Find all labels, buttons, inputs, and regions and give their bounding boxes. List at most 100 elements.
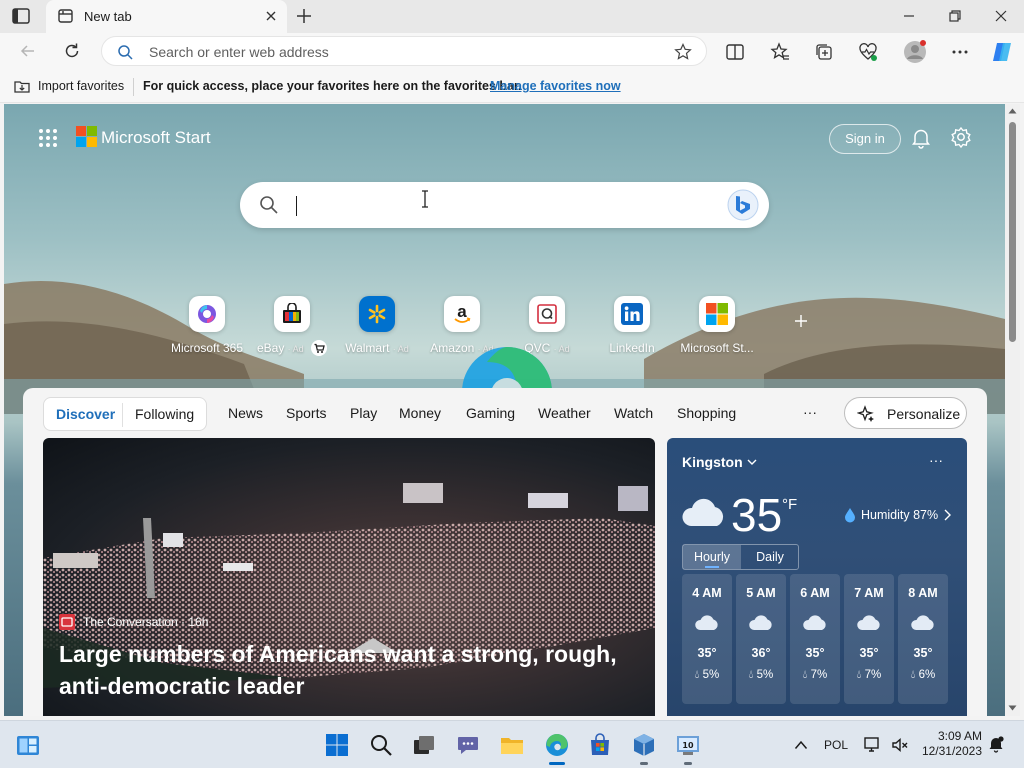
quick-link-ebay[interactable]: eBay · Ad xyxy=(244,296,340,357)
virtualbox-icon[interactable] xyxy=(632,733,656,757)
taskbar-search-icon[interactable] xyxy=(369,733,393,757)
new-tab-button[interactable] xyxy=(296,8,312,24)
address-bar[interactable]: Search or enter web address xyxy=(101,36,707,66)
notifications-bell-icon[interactable] xyxy=(910,127,932,149)
profile-avatar-icon[interactable] xyxy=(903,40,927,64)
hour-precip: 7% xyxy=(810,669,828,681)
walmart-icon xyxy=(359,296,395,332)
web-search-box[interactable] xyxy=(240,182,769,228)
hourly-forecast-item[interactable]: 4 AM 35° 💧︎ 5% xyxy=(682,574,732,704)
sign-in-button[interactable]: Sign in xyxy=(829,124,901,154)
hour-time: 6 AM xyxy=(800,586,830,600)
close-icon[interactable] xyxy=(265,10,277,22)
tab-gaming[interactable]: Gaming xyxy=(466,405,515,421)
address-placeholder: Search or enter web address xyxy=(149,44,329,60)
file-explorer-icon[interactable] xyxy=(500,733,524,757)
close-window-icon[interactable] xyxy=(994,9,1008,23)
precip-drop-icon: 💧︎ xyxy=(748,669,754,681)
svg-text:a: a xyxy=(457,303,467,321)
running-app-indicator xyxy=(684,762,692,765)
notification-center-icon[interactable] xyxy=(987,735,1005,753)
microsoft-store-icon xyxy=(699,296,735,332)
tab-weather[interactable]: Weather xyxy=(538,405,591,421)
browser-essentials-icon[interactable] xyxy=(858,42,878,62)
edge-browser-icon[interactable] xyxy=(545,733,569,757)
tab-news[interactable]: News xyxy=(228,405,263,421)
apps-grid-icon[interactable] xyxy=(38,128,58,148)
system-clock[interactable]: 3:09 AM 12/31/2023 xyxy=(920,729,982,759)
widgets-icon[interactable] xyxy=(16,733,40,757)
hour-precip: 5% xyxy=(756,669,774,681)
settings-more-icon[interactable] xyxy=(950,42,970,62)
hourly-forecast-item[interactable]: 8 AM 35° 💧︎ 6% xyxy=(898,574,948,704)
scroll-down-arrow-icon[interactable] xyxy=(1008,705,1017,711)
quick-link-microsoft-365[interactable]: Microsoft 365 xyxy=(159,296,255,355)
weather-city[interactable]: Kingston xyxy=(682,454,743,470)
sparkle-icon xyxy=(857,405,875,423)
precip-drop-icon: 💧︎ xyxy=(694,669,700,681)
page-scrollbar[interactable] xyxy=(1005,104,1020,716)
hourly-forecast-item[interactable]: 6 AM 35° 💧︎ 7% xyxy=(790,574,840,704)
hour-time: 4 AM xyxy=(692,586,722,600)
chevron-down-icon[interactable] xyxy=(747,458,757,466)
personalize-button[interactable]: Personalize xyxy=(844,397,967,429)
network-icon[interactable] xyxy=(864,736,882,754)
refresh-icon[interactable] xyxy=(62,41,82,61)
tab-hourly[interactable]: Hourly xyxy=(683,545,741,569)
volume-muted-icon[interactable] xyxy=(891,736,909,754)
copilot-icon[interactable] xyxy=(990,40,1014,64)
bing-chat-icon[interactable] xyxy=(727,189,759,221)
input-language[interactable]: POL xyxy=(824,738,848,752)
add-favorite-star-icon[interactable] xyxy=(674,43,692,61)
quick-link-label: Microsoft 365 xyxy=(170,341,244,355)
hour-temp: 35° xyxy=(805,646,825,660)
windows-start-icon[interactable] xyxy=(325,733,349,757)
system-info-app-icon[interactable]: 10 xyxy=(676,733,700,757)
hour-temp: 35° xyxy=(913,646,933,660)
more-categories-button[interactable]: ··· xyxy=(803,404,817,420)
hourly-forecast-item[interactable]: 5 AM 36° 💧︎ 5% xyxy=(736,574,786,704)
temperature-unit[interactable]: °F xyxy=(782,496,797,513)
task-view-icon[interactable] xyxy=(412,733,436,757)
microsoft-start-title[interactable]: Microsoft Start xyxy=(101,128,211,148)
tab-new-tab[interactable]: New tab xyxy=(46,0,287,33)
page-settings-gear-icon[interactable] xyxy=(950,126,972,148)
tab-watch[interactable]: Watch xyxy=(614,405,653,421)
tab-sports[interactable]: Sports xyxy=(286,405,326,421)
tab-money[interactable]: Money xyxy=(399,405,441,421)
collections-icon[interactable] xyxy=(814,42,834,62)
add-quick-link-icon[interactable] xyxy=(794,314,808,328)
weather-card[interactable]: Kingston ··· 35 °F Humidity 87% Hourly D… xyxy=(667,438,967,716)
favorites-icon[interactable] xyxy=(770,42,790,62)
scrollbar-thumb[interactable] xyxy=(1009,122,1016,342)
article-headline[interactable]: Large numbers of Americans want a strong… xyxy=(59,638,639,702)
personalize-label: Personalize xyxy=(887,406,961,422)
chevron-right-icon[interactable] xyxy=(944,509,951,521)
tab-following[interactable]: Following xyxy=(135,406,194,422)
hero-article-card[interactable]: The Conversation · 16h Large numbers of … xyxy=(43,438,655,716)
chevron-up-icon[interactable] xyxy=(794,740,808,750)
quick-link-walmart[interactable]: Walmart · Ad xyxy=(329,296,425,355)
microsoft-store-taskbar-icon[interactable] xyxy=(588,733,612,757)
feed-mode-toggle: Discover Following xyxy=(43,397,207,431)
restore-icon[interactable] xyxy=(948,9,962,23)
tab-daily[interactable]: Daily xyxy=(741,545,799,569)
manage-favorites-link[interactable]: Manage favorites now xyxy=(490,79,621,93)
tab-shopping[interactable]: Shopping xyxy=(677,405,736,421)
split-screen-icon[interactable] xyxy=(725,42,745,62)
teams-chat-icon[interactable] xyxy=(456,733,480,757)
import-favorites-button[interactable]: Import favorites xyxy=(38,79,124,93)
quick-link-microsoft-store[interactable]: Microsoft St... xyxy=(669,296,765,355)
back-icon[interactable] xyxy=(18,41,38,61)
import-favorites-icon[interactable] xyxy=(13,78,31,94)
tab-play[interactable]: Play xyxy=(350,405,377,421)
minimize-icon[interactable] xyxy=(902,9,916,23)
hourly-forecast-item[interactable]: 7 AM 35° 💧︎ 7% xyxy=(844,574,894,704)
humidity-label[interactable]: Humidity 87% xyxy=(861,508,938,522)
tab-discover[interactable]: Discover xyxy=(56,406,115,422)
quick-link-linkedin[interactable]: LinkedIn xyxy=(584,296,680,355)
weather-more-button[interactable]: ··· xyxy=(929,452,943,468)
precip-drop-icon: 💧︎ xyxy=(910,669,916,681)
scroll-up-arrow-icon[interactable] xyxy=(1008,108,1017,114)
tab-actions-icon[interactable] xyxy=(12,8,30,24)
